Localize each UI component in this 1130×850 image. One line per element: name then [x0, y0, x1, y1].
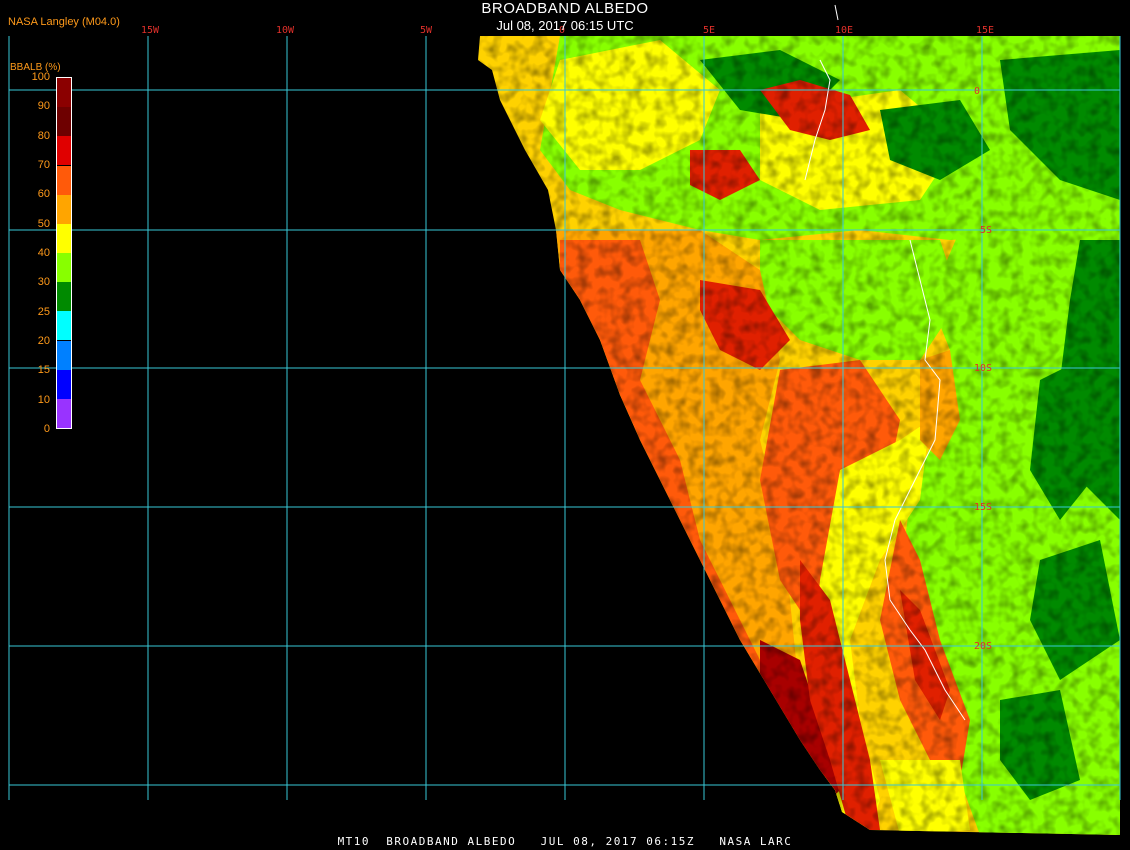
colorbar-segment [57, 194, 71, 224]
colorbar-segment [57, 223, 71, 253]
colorbar-segment [57, 253, 71, 283]
colorbar-segment [57, 398, 71, 428]
timestamp: Jul 08, 2017 06:15 UTC [496, 18, 634, 33]
colorbar-tick-label: 100 [31, 71, 50, 83]
colorbar-tick-label: 50 [37, 217, 50, 230]
colorbar [56, 77, 72, 429]
colorbar-tick-label: 0 [43, 423, 50, 435]
lat-label: 15S [974, 502, 992, 513]
credit-label: NASA Langley (M04.0) [8, 16, 120, 28]
lat-label: 10S [974, 363, 992, 374]
product-title: BROADBAND ALBEDO [481, 0, 649, 17]
colorbar-tick-label: 25 [37, 305, 50, 318]
footer-caption: MT10 BROADBAND ALBEDO JUL 08, 2017 06:15… [337, 835, 793, 848]
colorbar-segment [57, 340, 71, 370]
colorbar-segment [57, 282, 71, 312]
colorbar-segment [57, 311, 71, 341]
land-region [478, 36, 1120, 835]
colorbar-segment [57, 107, 71, 137]
colorbar-tick-label: 40 [37, 247, 50, 259]
colorbar-tick-label: 70 [37, 159, 50, 171]
lat-label: 0 [974, 86, 980, 97]
colorbar-segment [57, 78, 71, 108]
colorbar-tick-label: 80 [37, 129, 50, 142]
lat-label: 20S [974, 641, 992, 652]
colorbar-tick-label: 15 [37, 364, 50, 377]
lat-label: 5S [980, 225, 992, 236]
colorbar-segment [57, 369, 71, 399]
albedo-map: 15W 10W 5W 0 5E 10E 15E 0 5S 10S 15S 20S [8, 4, 1121, 835]
colorbar-tick-label: 30 [37, 276, 50, 289]
colorbar-tick-label: 20 [37, 335, 50, 347]
colorbar-segment [57, 165, 71, 195]
colorbar-tick-label: 60 [37, 188, 50, 201]
colorbar-segment [57, 136, 71, 166]
colorbar-tick-label: 10 [37, 393, 50, 406]
colorbar-tick-label: 90 [37, 100, 50, 113]
